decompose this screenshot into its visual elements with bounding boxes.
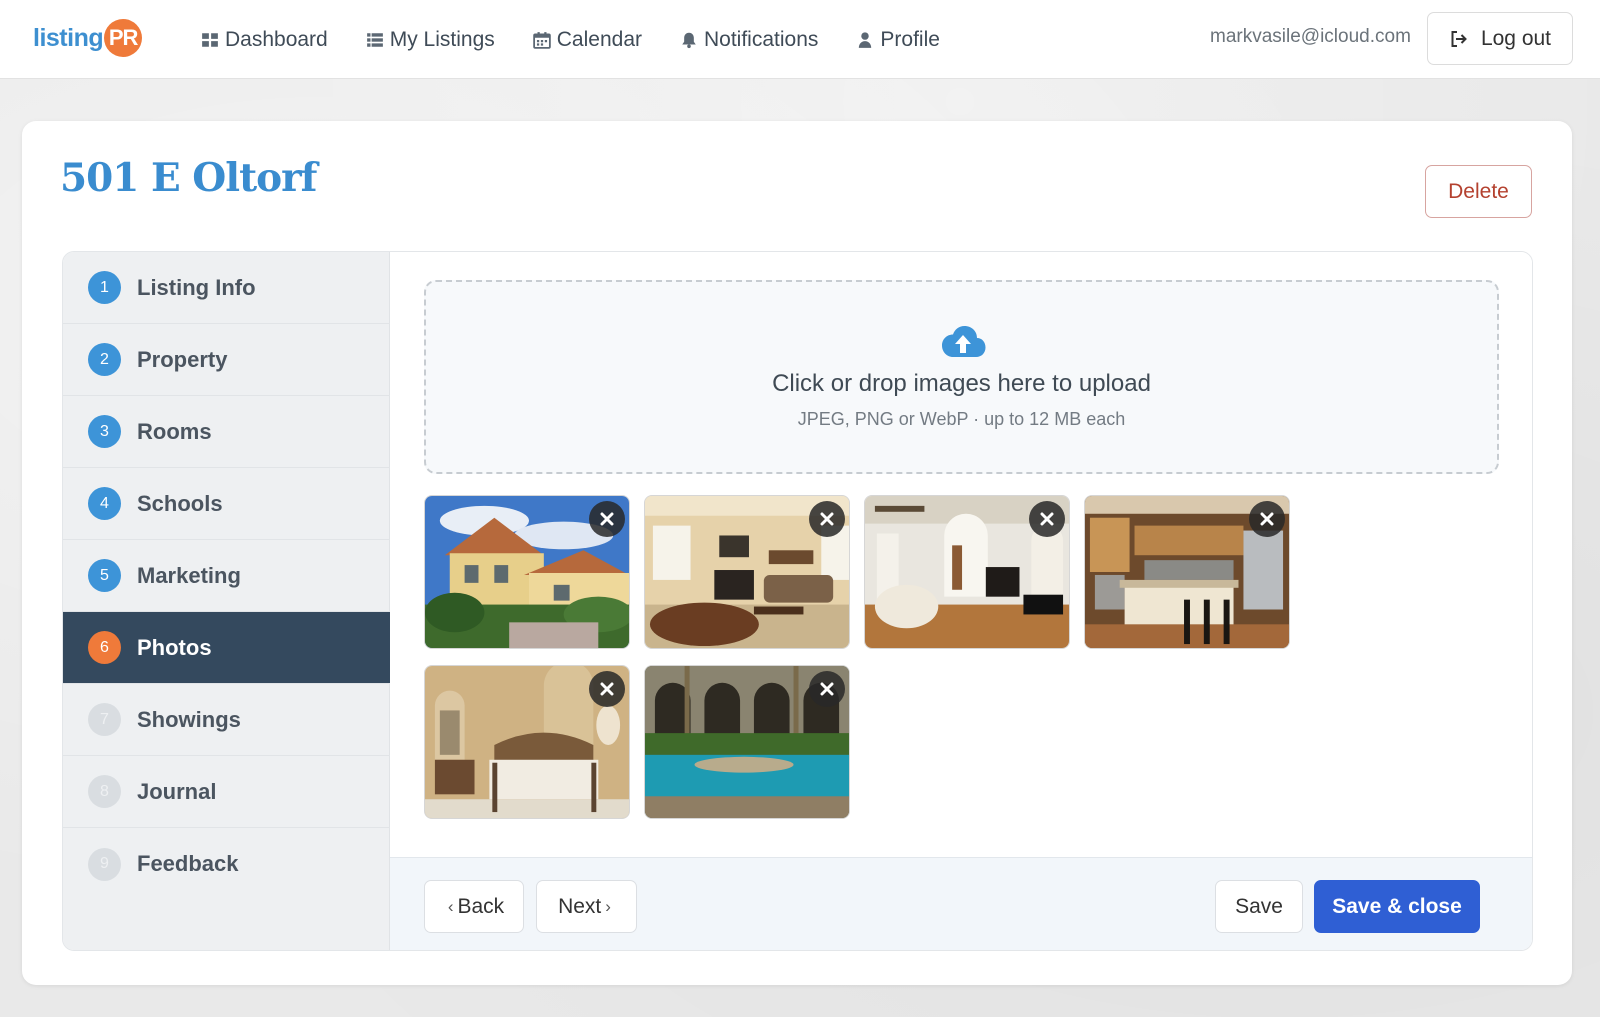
- step-rooms[interactable]: 3 Rooms: [63, 396, 390, 468]
- nav-item-calendar[interactable]: Calendar: [532, 27, 642, 52]
- step-feedback[interactable]: 9 Feedback: [63, 828, 390, 900]
- close-icon: [600, 682, 614, 696]
- step-number: 7: [88, 703, 121, 736]
- step-listing-info[interactable]: 1 Listing Info: [63, 252, 390, 324]
- upload-subtitle: JPEG, PNG or WebP · up to 12 MB each: [797, 409, 1126, 429]
- nav-item-label: My Listings: [389, 27, 495, 51]
- step-showings[interactable]: 7 Showings: [63, 684, 390, 756]
- step-number: 9: [88, 847, 121, 881]
- nav-item-label: Dashboard: [225, 27, 328, 51]
- remove-photo-button[interactable]: [1029, 501, 1065, 537]
- close-icon: [820, 512, 834, 526]
- close-icon: [820, 682, 834, 696]
- back-button[interactable]: ‹ Back: [424, 880, 524, 933]
- step-label: Journal: [137, 778, 217, 804]
- back-label: Back: [457, 894, 505, 918]
- list-icon: [366, 31, 384, 49]
- bell-icon: [680, 31, 698, 49]
- save-button[interactable]: Save: [1215, 880, 1303, 933]
- close-icon: [600, 512, 614, 526]
- logo-text: listing: [33, 23, 104, 52]
- step-schools[interactable]: 4 Schools: [63, 468, 390, 540]
- step-journal[interactable]: 8 Journal: [63, 756, 390, 828]
- save-and-close-button[interactable]: Save & close: [1314, 880, 1480, 933]
- next-button[interactable]: Next ›: [536, 880, 637, 933]
- step-number: 2: [88, 343, 121, 376]
- nav-item-notifications[interactable]: Notifications: [680, 28, 818, 52]
- close-icon: [1040, 512, 1054, 526]
- chevron-left-icon: ‹: [447, 896, 454, 916]
- logout-button[interactable]: Log out: [1427, 12, 1573, 65]
- photo-pool[interactable]: [644, 665, 850, 819]
- nav-item-label: Profile: [880, 27, 940, 51]
- photos-content: Click or drop images here to upload JPEG…: [390, 252, 1532, 950]
- chevron-right-icon: ›: [605, 896, 611, 916]
- wizard-footer: ‹ Back Next › Save Save & close: [390, 857, 1532, 950]
- remove-photo-button[interactable]: [809, 501, 845, 537]
- step-photos[interactable]: 6 Photos: [63, 612, 390, 684]
- remove-photo-button[interactable]: [809, 671, 845, 707]
- step-number: 4: [88, 487, 121, 520]
- wizard-panel: 1 Listing Info 2 Property 3 Rooms 4 Scho…: [62, 251, 1533, 951]
- nav-item-label: Notifications: [704, 27, 819, 51]
- upload-title: Click or drop images here to upload: [772, 370, 1151, 397]
- step-property[interactable]: 2 Property: [63, 324, 390, 396]
- remove-photo-button[interactable]: [1249, 501, 1285, 537]
- step-number: 8: [88, 775, 121, 808]
- nav-item-dashboard[interactable]: Dashboard: [201, 28, 328, 52]
- step-number: 6: [88, 631, 121, 664]
- main-nav: Dashboard My Listings Calendar Notificat…: [201, 0, 978, 79]
- step-label: Listing Info: [137, 274, 256, 300]
- step-number: 5: [88, 559, 121, 592]
- user-icon: [856, 31, 874, 49]
- photo-great-room[interactable]: [864, 495, 1070, 649]
- brand-logo[interactable]: listing PR: [33, 19, 143, 57]
- step-number: 3: [88, 415, 121, 448]
- cloud-upload-icon: [942, 326, 986, 357]
- steps-sidebar: 1 Listing Info 2 Property 3 Rooms 4 Scho…: [63, 252, 390, 950]
- photo-exterior[interactable]: [424, 495, 630, 649]
- step-label: Marketing: [137, 562, 241, 588]
- nav-item-label: Calendar: [556, 27, 642, 51]
- step-label: Schools: [137, 490, 223, 516]
- step-label: Rooms: [137, 418, 212, 444]
- step-label: Property: [137, 346, 228, 372]
- user-email: markvasile@icloud.com: [1210, 26, 1411, 47]
- logo-badge: PR: [104, 19, 143, 57]
- calendar-icon: [532, 31, 551, 49]
- logout-icon: [1451, 30, 1467, 47]
- nav-item-profile[interactable]: Profile: [856, 28, 940, 52]
- nav-item-my-listings[interactable]: My Listings: [366, 28, 495, 52]
- page-title: 501 E Oltorf: [60, 155, 317, 201]
- top-navbar: listing PR Dashboard My Listings Calenda…: [0, 0, 1600, 79]
- step-label: Photos: [137, 634, 212, 660]
- remove-photo-button[interactable]: [589, 501, 625, 537]
- step-label: Showings: [137, 706, 241, 732]
- listing-card: 501 E Oltorf Delete 1 Listing Info 2 Pro…: [22, 121, 1572, 985]
- dashboard-icon: [201, 31, 219, 49]
- remove-photo-button[interactable]: [589, 671, 625, 707]
- logout-label: Log out: [1480, 26, 1552, 50]
- photo-living-room[interactable]: [644, 495, 850, 649]
- step-number: 1: [88, 271, 121, 304]
- close-icon: [1260, 512, 1274, 526]
- next-label: Next: [558, 894, 602, 918]
- step-label: Feedback: [137, 851, 239, 876]
- photo-bedroom[interactable]: [424, 665, 630, 819]
- delete-button[interactable]: Delete: [1425, 165, 1532, 218]
- step-marketing[interactable]: 5 Marketing: [63, 540, 390, 612]
- upload-dropzone[interactable]: Click or drop images here to upload JPEG…: [424, 280, 1499, 474]
- photo-kitchen[interactable]: [1084, 495, 1290, 649]
